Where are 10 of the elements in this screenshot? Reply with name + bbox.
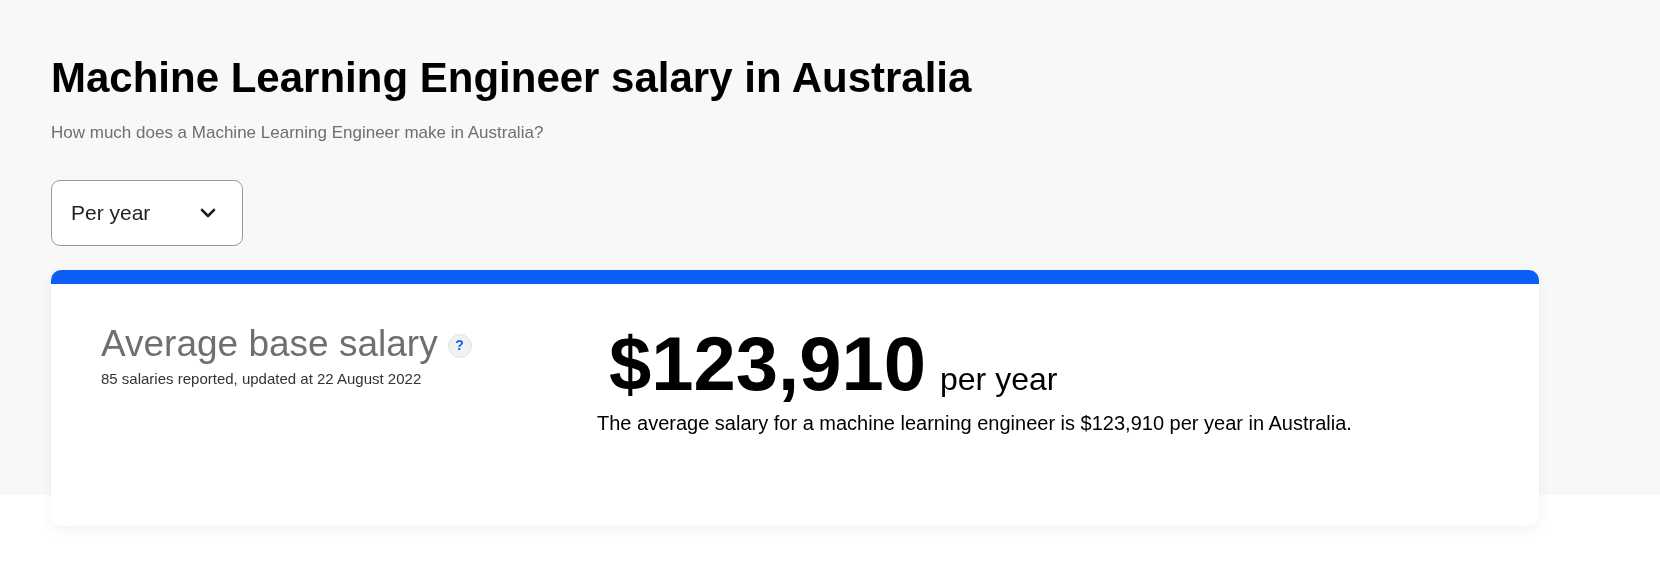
help-icon[interactable]: ? bbox=[447, 333, 472, 358]
chevron-down-icon bbox=[200, 207, 216, 218]
page-title: Machine Learning Engineer salary in Australia bbox=[51, 53, 972, 103]
card-heading: Average base salary bbox=[101, 321, 438, 366]
salary-period: per year bbox=[940, 359, 1058, 399]
page-subtitle: How much does a Machine Learning Engineer make in Australia? bbox=[51, 122, 544, 144]
period-dropdown[interactable]: Per year bbox=[51, 179, 243, 246]
salary-note: 85 salaries reported, updated at 22 August 2022 bbox=[101, 368, 422, 389]
salary-summary: The average salary for a machine learning engineer is $123,910 per year in Australia. bbox=[597, 410, 1352, 436]
salary-amount: $123,910 bbox=[609, 321, 926, 406]
